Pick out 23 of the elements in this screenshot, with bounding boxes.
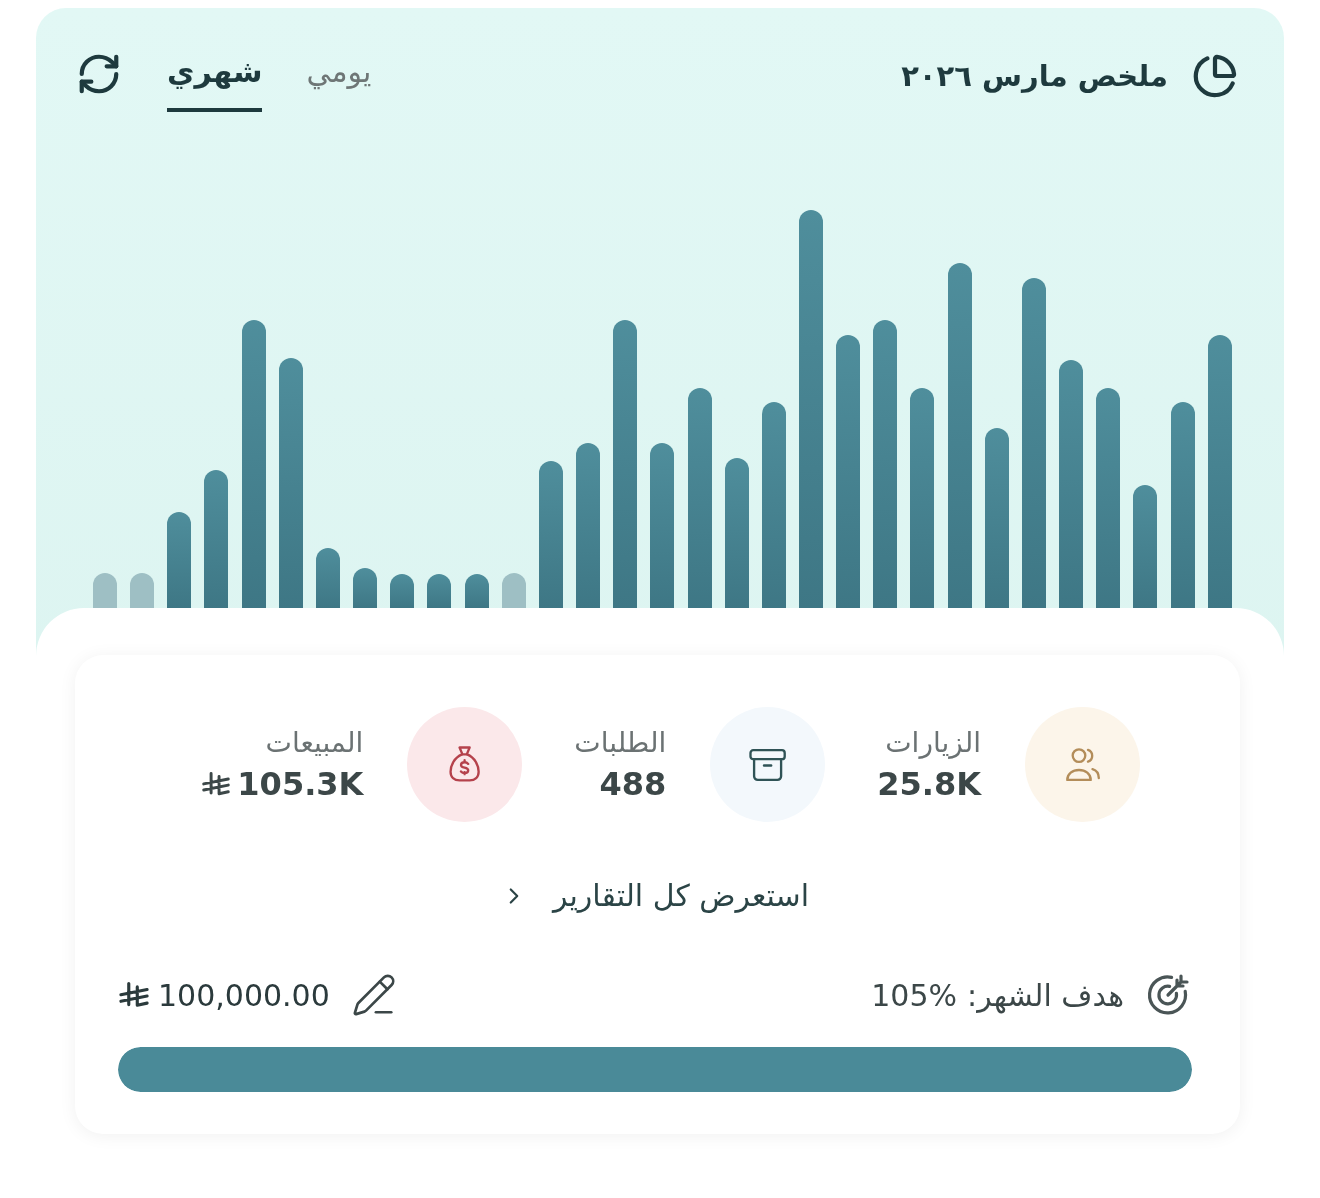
- chart-bar: [353, 568, 378, 608]
- goal-label: هدف الشهر:: [967, 977, 1124, 1013]
- period-tab[interactable]: يومي: [306, 50, 372, 112]
- chart-bar: [390, 574, 415, 608]
- summary-title: ملخص مارس ٢٠٢٦: [901, 59, 1168, 93]
- stat-label: الطلبات: [574, 726, 667, 759]
- stat-label: الزيارات: [885, 726, 981, 759]
- pie-chart-icon: [1192, 53, 1238, 99]
- goal-amount: 100,000.00: [158, 977, 330, 1013]
- chart-bar: [315, 548, 340, 608]
- stat-value: 488: [599, 765, 667, 803]
- stat-label: المبيعات: [265, 726, 364, 759]
- stat-value: 105.3K: [237, 765, 364, 803]
- chart-bar: [501, 573, 526, 608]
- goal-percent: 105%: [871, 977, 958, 1013]
- period-tab[interactable]: شهري: [167, 50, 263, 112]
- riyal-sign-icon: [118, 980, 150, 1010]
- chart-bar: [93, 573, 117, 608]
- chart-bar: [427, 574, 452, 608]
- stat-value: 25.8K: [877, 765, 981, 803]
- chart-bar: [130, 573, 155, 608]
- chart-bar: [464, 574, 489, 608]
- reports-link[interactable]: استعرض كل التقارير: [500, 878, 810, 913]
